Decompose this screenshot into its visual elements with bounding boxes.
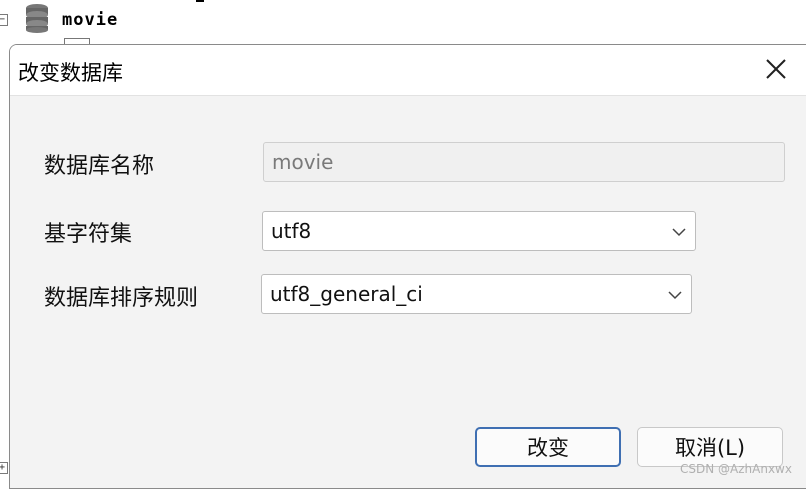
collation-select[interactable]: utf8_general_ci	[261, 274, 692, 314]
charset-select[interactable]: utf8	[262, 211, 696, 251]
close-icon	[766, 59, 786, 79]
dialog-titlebar: 改变数据库	[10, 45, 806, 95]
db-name-field: movie	[263, 142, 785, 182]
database-icon	[26, 4, 48, 33]
collation-label: 数据库排序规则	[44, 286, 199, 311]
tree-db-label[interactable]: movie	[62, 10, 118, 30]
change-button[interactable]: 改变	[475, 427, 621, 467]
db-name-value: movie	[272, 150, 334, 174]
text-cursor	[196, 0, 204, 2]
chevron-down-icon	[672, 228, 686, 237]
charset-label: 基字符集	[44, 222, 133, 247]
cancel-button[interactable]: 取消(L)	[637, 427, 783, 467]
chevron-down-icon	[668, 291, 682, 300]
dialog-content: 数据库名称 movie 基字符集 utf8 数据库排序规则 utf8_gener…	[10, 95, 806, 488]
alter-database-dialog: 改变数据库 数据库名称 movie 基字符集 utf8 数据库排序规则 utf8…	[9, 44, 806, 489]
charset-value: utf8	[271, 219, 312, 243]
dialog-title: 改变数据库	[18, 61, 123, 85]
tree-row-movie[interactable]: − movie	[0, 0, 806, 38]
close-button[interactable]	[756, 51, 796, 87]
db-name-label: 数据库名称	[44, 154, 155, 179]
watermark: CSDN @AzhAnxwx	[680, 462, 792, 476]
tree-expand-icon[interactable]: +	[0, 462, 8, 474]
collation-value: utf8_general_ci	[270, 282, 423, 306]
tree-collapse-icon[interactable]: −	[0, 14, 8, 26]
